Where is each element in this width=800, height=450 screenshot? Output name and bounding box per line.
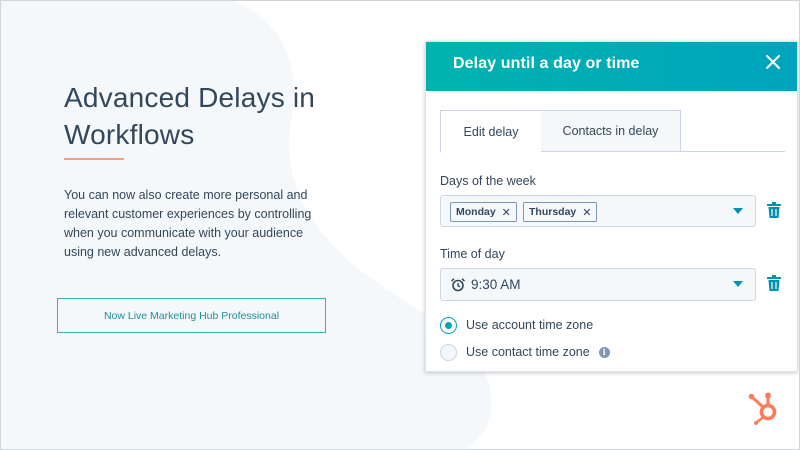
- dialog-title: Delay until a day or time: [453, 55, 640, 72]
- tab-contacts-in-delay[interactable]: Contacts in delay: [541, 110, 681, 152]
- chevron-down-icon[interactable]: [733, 208, 743, 214]
- time-of-day-select[interactable]: 9:30 AM: [440, 268, 756, 301]
- trash-icon[interactable]: [767, 275, 781, 291]
- remove-monday-button[interactable]: ✕: [502, 206, 511, 219]
- radio-contact-time-zone[interactable]: Use contact time zone i: [440, 342, 610, 362]
- hubspot-sprocket-icon: [748, 392, 777, 425]
- time-of-day-label: Time of day: [440, 247, 505, 261]
- slide-description: You can now also create more personal an…: [64, 188, 312, 259]
- chevron-down-icon[interactable]: [733, 281, 743, 287]
- close-icon: [766, 55, 780, 69]
- days-of-week-select[interactable]: Monday ✕ Thursday ✕: [440, 195, 756, 227]
- time-value: 9:30 AM: [471, 277, 521, 292]
- close-button[interactable]: [761, 50, 785, 74]
- trash-icon[interactable]: [767, 202, 781, 218]
- dialog-header: Delay until a day or time: [426, 42, 797, 91]
- day-chip-thursday: Thursday ✕: [523, 202, 598, 222]
- day-chip-monday: Monday ✕: [450, 202, 517, 222]
- days-of-week-label: Days of the week: [440, 174, 536, 188]
- radio-button[interactable]: [440, 343, 457, 361]
- chip-label: Monday: [456, 206, 496, 218]
- alarm-clock-icon: [451, 278, 465, 292]
- delay-dialog: Delay until a day or time Edit delay Con…: [425, 41, 798, 372]
- slide: Advanced Delays in Workflows You can now…: [0, 0, 800, 450]
- now-live-button[interactable]: Now Live Marketing Hub Professional: [57, 298, 326, 333]
- remove-thursday-button[interactable]: ✕: [582, 206, 591, 219]
- page-title: Advanced Delays in Workflows: [64, 82, 316, 150]
- dialog-tabs: Edit delay Contacts in delay: [440, 110, 785, 153]
- radio-label: Use contact time zone: [466, 345, 590, 359]
- chip-label: Thursday: [529, 206, 577, 218]
- radio-button-checked[interactable]: [440, 316, 457, 334]
- info-icon[interactable]: i: [598, 346, 610, 358]
- tab-edit-delay[interactable]: Edit delay: [440, 110, 542, 153]
- radio-account-time-zone[interactable]: Use account time zone: [440, 315, 593, 335]
- radio-label: Use account time zone: [466, 318, 594, 332]
- title-divider: [64, 158, 124, 160]
